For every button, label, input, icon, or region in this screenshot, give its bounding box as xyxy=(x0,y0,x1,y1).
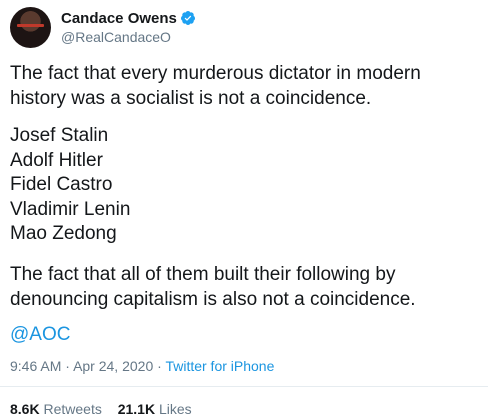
tweet-meta: 9:46 AM · Apr 24, 2020 · Twitter for iPh… xyxy=(10,357,274,375)
retweets-count: 8.6K xyxy=(10,401,40,417)
tweet-paragraph-2: The fact that all of them built their fo… xyxy=(10,264,416,310)
author-names: Candace Owens @RealCandaceO xyxy=(61,9,196,46)
dictator-list: Josef Stalin Adolf Hitler Fidel Castro V… xyxy=(10,124,480,247)
tweet-stats: 8.6K Retweets 21.1K Likes xyxy=(10,400,204,418)
list-item: Vladimir Lenin xyxy=(10,198,131,220)
author-display-name[interactable]: Candace Owens xyxy=(61,9,177,28)
tweet-date[interactable]: Apr 24, 2020 xyxy=(73,358,153,374)
author-name-row: Candace Owens xyxy=(61,9,196,28)
meta-separator: · xyxy=(157,358,162,374)
list-item: Mao Zedong xyxy=(10,223,117,244)
likes-stat[interactable]: 21.1K Likes xyxy=(118,401,192,417)
verified-badge-icon xyxy=(180,10,196,26)
meta-separator: · xyxy=(65,358,70,374)
list-item: Adolf Hitler xyxy=(10,149,103,171)
author-handle[interactable]: @RealCandaceO xyxy=(61,28,196,46)
list-item: Fidel Castro xyxy=(10,174,113,195)
tweet-time[interactable]: 9:46 AM xyxy=(10,358,61,374)
avatar[interactable] xyxy=(10,6,51,48)
tweet-card: Candace Owens @RealCandaceO The fact tha… xyxy=(0,0,488,420)
likes-label: Likes xyxy=(158,401,192,417)
tweet-source-link[interactable]: Twitter for iPhone xyxy=(165,358,274,374)
likes-count: 21.1K xyxy=(117,401,156,417)
list-item: Josef Stalin xyxy=(10,125,109,146)
tweet-paragraph-1: The fact that every murderous dictator i… xyxy=(10,63,421,109)
tweet-header: Candace Owens @RealCandaceO xyxy=(10,4,196,50)
divider xyxy=(0,386,488,387)
retweets-label: Retweets xyxy=(43,401,102,417)
mention-link[interactable]: @AOC xyxy=(10,322,70,347)
retweets-stat[interactable]: 8.6K Retweets xyxy=(10,401,106,417)
